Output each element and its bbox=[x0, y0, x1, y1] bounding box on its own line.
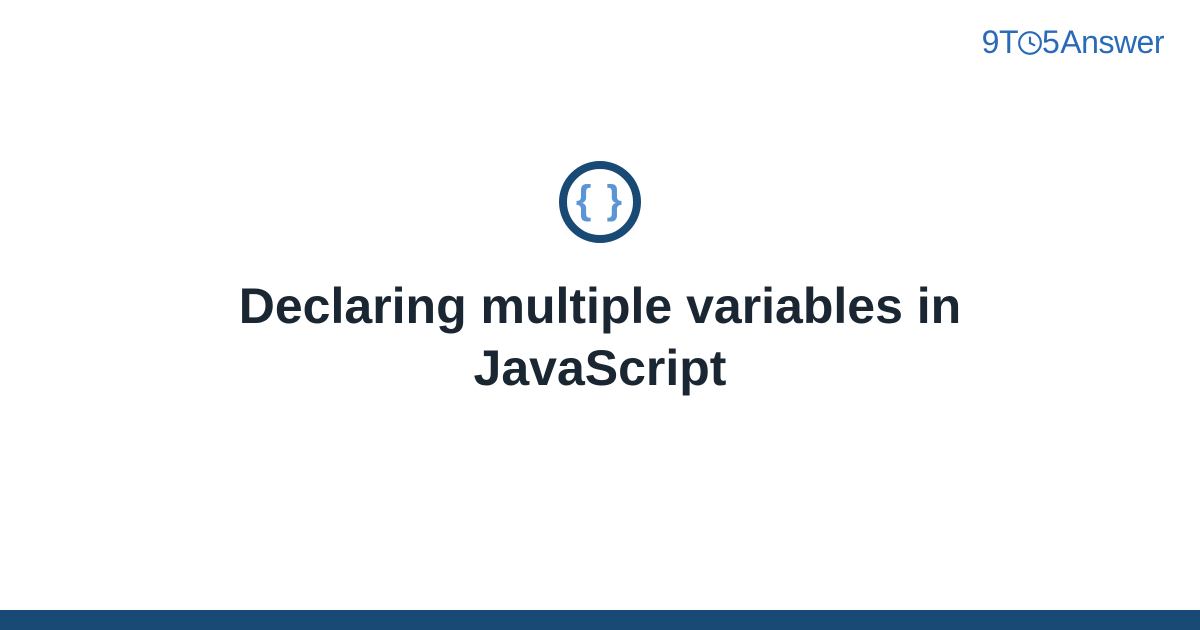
code-braces-icon: { } bbox=[576, 180, 624, 220]
footer-accent-bar bbox=[0, 610, 1200, 630]
category-icon-circle: { } bbox=[559, 161, 641, 243]
page-title: Declaring multiple variables in JavaScri… bbox=[120, 275, 1080, 400]
main-content: { } Declaring multiple variables in Java… bbox=[0, 0, 1200, 630]
